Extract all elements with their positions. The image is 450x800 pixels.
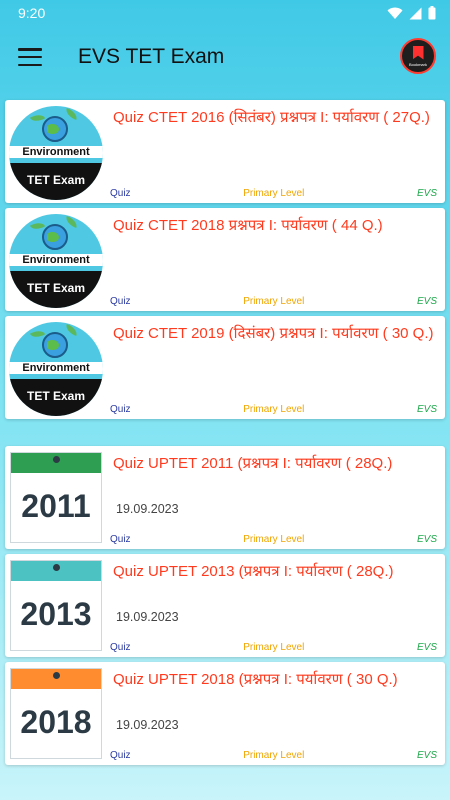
quiz-title: Quiz UPTET 2013 (प्रश्नपत्र I: पर्यावरण … <box>113 563 394 580</box>
globe-icon <box>42 332 68 358</box>
app-bar: EVS TET Exam Bookmark <box>0 26 450 88</box>
quiz-title: Quiz CTET 2019 (दिसंबर) प्रश्नपत्र I: पर… <box>113 325 434 342</box>
wifi-icon <box>387 7 403 19</box>
quiz-type: Quiz <box>110 534 131 545</box>
quiz-meta: Quiz Primary Level EVS <box>110 642 437 653</box>
quiz-title: Quiz UPTET 2011 (प्रश्नपत्र I: पर्यावरण … <box>113 455 393 472</box>
quiz-level: Primary Level <box>243 404 305 415</box>
thumbnail-line2: TET Exam <box>9 379 103 416</box>
quiz-card[interactable]: Environment TET Exam Quiz CTET 2018 प्रश… <box>5 208 445 311</box>
quiz-date: 19.09.2023 <box>116 610 179 624</box>
quiz-subject: EVS <box>416 404 437 415</box>
quiz-subject: EVS <box>416 188 437 199</box>
quiz-type: Quiz <box>110 404 131 415</box>
thumbnail-line2: TET Exam <box>9 163 103 200</box>
quiz-level: Primary Level <box>243 296 305 307</box>
environment-thumbnail: Environment TET Exam <box>9 322 103 416</box>
thumbnail-line1: Environment <box>9 254 103 266</box>
thumbnail-line1: Environment <box>9 146 103 158</box>
menu-icon[interactable] <box>18 48 42 66</box>
bookmark-label: Bookmark <box>408 61 427 67</box>
thumbnail-line2: TET Exam <box>9 271 103 308</box>
quiz-card[interactable]: 2013 Quiz UPTET 2013 (प्रश्नपत्र I: पर्य… <box>5 554 445 657</box>
quiz-level: Primary Level <box>243 534 305 545</box>
status-bar: 9:20 <box>0 0 450 26</box>
quiz-card[interactable]: Environment TET Exam Quiz CTET 2016 (सित… <box>5 100 445 203</box>
quiz-subject: EVS <box>416 534 437 545</box>
signal-icon <box>409 7 422 19</box>
status-icons <box>387 6 436 20</box>
quiz-type: Quiz <box>110 642 131 653</box>
quiz-type: Quiz <box>110 750 131 761</box>
battery-icon <box>428 6 436 20</box>
status-time: 9:20 <box>18 5 46 21</box>
quiz-level: Primary Level <box>243 188 305 199</box>
quiz-meta: Quiz Primary Level EVS <box>110 188 437 199</box>
quiz-meta: Quiz Primary Level EVS <box>110 534 437 545</box>
quiz-subject: EVS <box>416 750 437 761</box>
quiz-card[interactable]: 2011 Quiz UPTET 2011 (प्रश्नपत्र I: पर्य… <box>5 446 445 549</box>
bookmark-button[interactable]: Bookmark <box>400 38 436 74</box>
quiz-title: Quiz CTET 2016 (सितंबर) प्रश्नपत्र I: पर… <box>113 109 430 126</box>
quiz-level: Primary Level <box>243 642 305 653</box>
environment-thumbnail: Environment TET Exam <box>9 106 103 200</box>
quiz-level: Primary Level <box>243 750 305 761</box>
calendar-year: 2018 <box>20 704 92 740</box>
globe-icon <box>42 116 68 142</box>
quiz-meta: Quiz Primary Level EVS <box>110 750 437 761</box>
quiz-meta: Quiz Primary Level EVS <box>110 296 437 307</box>
calendar-year: 2011 <box>21 488 91 524</box>
globe-icon <box>42 224 68 250</box>
quiz-date: 19.09.2023 <box>116 718 179 732</box>
quiz-title: Quiz CTET 2018 प्रश्नपत्र I: पर्यावरण ( … <box>113 217 383 234</box>
quiz-list: Environment TET Exam Quiz CTET 2016 (सित… <box>5 100 445 770</box>
quiz-card[interactable]: Environment TET Exam Quiz CTET 2019 (दिस… <box>5 316 445 419</box>
quiz-date: 19.09.2023 <box>116 502 179 516</box>
calendar-year: 2013 <box>20 596 92 632</box>
quiz-meta: Quiz Primary Level EVS <box>110 404 437 415</box>
quiz-subject: EVS <box>416 642 437 653</box>
quiz-type: Quiz <box>110 188 131 199</box>
quiz-card[interactable]: 2018 Quiz UPTET 2018 (प्रश्नपत्र I: पर्य… <box>5 662 445 765</box>
environment-thumbnail: Environment TET Exam <box>9 214 103 308</box>
app-title: EVS TET Exam <box>78 45 225 68</box>
calendar-2013-icon: 2013 <box>10 560 102 651</box>
quiz-subject: EVS <box>416 296 437 307</box>
bookmark-icon <box>412 45 424 60</box>
quiz-title: Quiz UPTET 2018 (प्रश्नपत्र I: पर्यावरण … <box>113 671 398 688</box>
calendar-2011-icon: 2011 <box>10 452 102 543</box>
thumbnail-line1: Environment <box>9 362 103 374</box>
calendar-2018-icon: 2018 <box>10 668 102 759</box>
quiz-type: Quiz <box>110 296 131 307</box>
